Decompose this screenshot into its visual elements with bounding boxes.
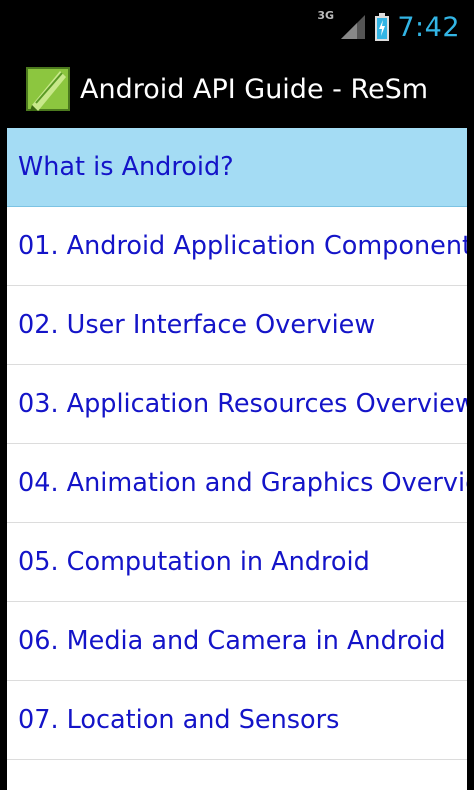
list-item-label: 06. Media and Camera in Android — [18, 626, 446, 656]
list-item-label: 03. Application Resources Overview — [18, 389, 467, 419]
list-item-computation[interactable]: 05. Computation in Android — [7, 523, 467, 602]
list-item-application-components[interactable]: 01. Android Application Components — [7, 207, 467, 286]
status-bar: 3G 7:42 — [0, 0, 474, 50]
topic-list: What is Android? 01. Android Application… — [7, 128, 467, 790]
battery-charging-icon — [375, 13, 390, 41]
network-type-label: 3G — [317, 9, 335, 22]
signal-icon — [341, 15, 366, 39]
status-icons: 3G 7:42 — [317, 9, 460, 44]
list-item-label: 07. Location and Sensors — [18, 705, 340, 735]
phone-screen: 3G 7:42 Android API Guide - ReSm What is… — [0, 0, 474, 790]
list-item-label: What is Android? — [18, 152, 234, 182]
list-item-label: 02. User Interface Overview — [18, 310, 376, 340]
app-title: Android API Guide - ReSm — [80, 73, 429, 105]
action-bar: Android API Guide - ReSm — [0, 50, 474, 128]
list-item-label: 04. Animation and Graphics Overview — [18, 468, 467, 498]
pencil-app-icon[interactable] — [24, 65, 72, 113]
list-item-what-is-android[interactable]: What is Android? — [7, 128, 467, 207]
list-item-label: 05. Computation in Android — [18, 547, 370, 577]
list-item-user-interface-overview[interactable]: 02. User Interface Overview — [7, 286, 467, 365]
list-item-media-camera[interactable]: 06. Media and Camera in Android — [7, 602, 467, 681]
list-item-location-sensors[interactable]: 07. Location and Sensors — [7, 681, 467, 760]
list-item-label: 01. Android Application Components — [18, 231, 467, 261]
status-clock: 7:42 — [397, 11, 460, 43]
list-item-application-resources[interactable]: 03. Application Resources Overview — [7, 365, 467, 444]
list-item-animation-graphics[interactable]: 04. Animation and Graphics Overview — [7, 444, 467, 523]
